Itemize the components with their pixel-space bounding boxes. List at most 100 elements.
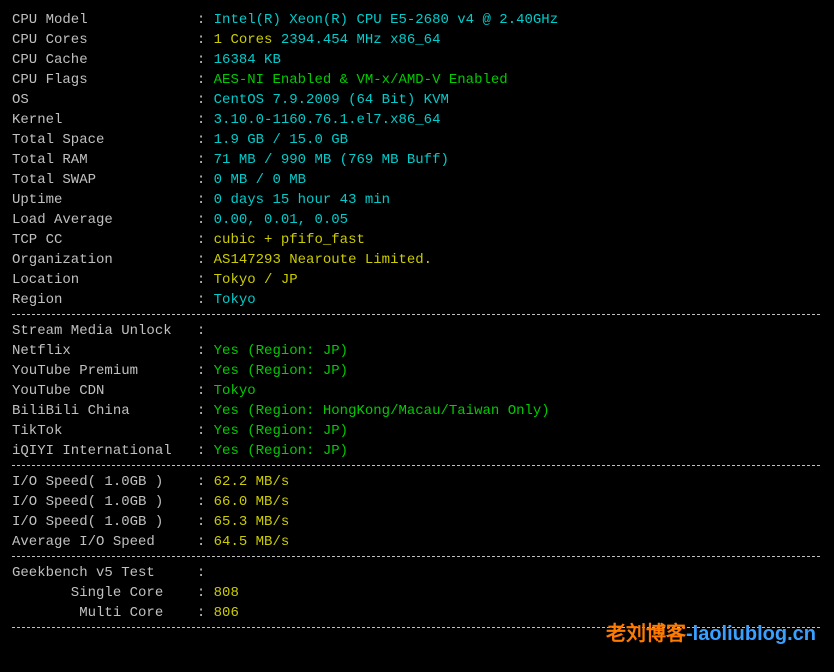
colon: : [180,32,214,48]
row-tcp-cc: TCP CC : cubic + pfifo_fast [12,230,822,250]
colon: : [180,534,214,550]
row-tiktok: TikTok : Yes (Region: JP) [12,421,822,441]
label: Kernel [12,112,180,128]
colon: : [180,605,214,621]
label: TCP CC [12,232,180,248]
label: YouTube Premium [12,363,180,379]
row-netflix: Netflix : Yes (Region: JP) [12,341,822,361]
row-total-space: Total Space : 1.9 GB / 15.0 GB [12,130,822,150]
row-load-average: Load Average : 0.00, 0.01, 0.05 [12,210,822,230]
label: Average I/O Speed [12,534,180,550]
value: 806 [214,605,239,621]
label: iQIYI International [12,443,180,459]
colon: : [180,272,214,288]
colon: : [180,423,214,439]
value: 71 MB / 990 MB (769 MB Buff) [214,152,449,168]
label: Organization [12,252,180,268]
value: Yes (Region: JP) [214,363,348,379]
value: Yes (Region: HongKong/Macau/Taiwan Only) [214,403,550,419]
colon: : [180,514,214,530]
row-organization: Organization : AS147293 Nearoute Limited… [12,250,822,270]
value: 0.00, 0.01, 0.05 [214,212,348,228]
row-geekbench-header: Geekbench v5 Test : [12,563,822,583]
row-location: Location : Tokyo / JP [12,270,822,290]
row-io-3: I/O Speed( 1.0GB ) : 65.3 MB/s [12,512,822,532]
colon: : [180,443,214,459]
watermark-en: -laoliublog.cn [686,623,816,645]
colon: : [180,212,214,228]
colon: : [180,494,214,510]
colon: : [180,585,214,601]
colon: : [180,323,214,339]
label: YouTube CDN [12,383,180,399]
row-io-1: I/O Speed( 1.0GB ) : 62.2 MB/s [12,472,822,492]
label: Region [12,292,180,308]
label: OS [12,92,180,108]
divider [12,314,820,315]
colon: : [180,252,214,268]
label: Total Space [12,132,180,148]
label: CPU Cores [12,32,180,48]
colon: : [180,132,214,148]
colon: : [180,72,214,88]
value-freq: 2394.454 MHz x86_64 [272,32,440,48]
label: Total SWAP [12,172,180,188]
value: 0 MB / 0 MB [214,172,306,188]
divider [12,556,820,557]
row-io-avg: Average I/O Speed : 64.5 MB/s [12,532,822,552]
colon: : [180,12,214,28]
colon: : [180,152,214,168]
value: 66.0 MB/s [214,494,290,510]
label: I/O Speed( 1.0GB ) [12,474,180,490]
label: TikTok [12,423,180,439]
label: Location [12,272,180,288]
value: 0 days 15 hour 43 min [214,192,390,208]
label: CPU Cache [12,52,180,68]
value: 65.3 MB/s [214,514,290,530]
value: AES-NI Enabled & VM-x/AMD-V Enabled [214,72,508,88]
row-cpu-cores: CPU Cores : 1 Cores 2394.454 MHz x86_64 [12,30,822,50]
row-iqiyi: iQIYI International : Yes (Region: JP) [12,441,822,461]
colon: : [180,343,214,359]
label: I/O Speed( 1.0GB ) [12,514,180,530]
colon: : [180,474,214,490]
value: AS147293 Nearoute Limited. [214,252,432,268]
row-io-2: I/O Speed( 1.0GB ) : 66.0 MB/s [12,492,822,512]
label: Netflix [12,343,180,359]
colon: : [180,383,214,399]
label: Load Average [12,212,180,228]
value: Tokyo [214,383,256,399]
value: 64.5 MB/s [214,534,290,550]
value: Intel(R) Xeon(R) CPU E5-2680 v4 @ 2.40GH… [214,12,558,28]
row-cpu-cache: CPU Cache : 16384 KB [12,50,822,70]
label: Uptime [12,192,180,208]
value: Yes (Region: JP) [214,443,348,459]
row-stream-header: Stream Media Unlock : [12,321,822,341]
value: 3.10.0-1160.76.1.el7.x86_64 [214,112,441,128]
row-cpu-flags: CPU Flags : AES-NI Enabled & VM-x/AMD-V … [12,70,822,90]
value: 16384 KB [214,52,281,68]
colon: : [180,172,214,188]
value: cubic + pfifo_fast [214,232,365,248]
row-kernel: Kernel : 3.10.0-1160.76.1.el7.x86_64 [12,110,822,130]
value: 1.9 GB / 15.0 GB [214,132,348,148]
row-geekbench-multi: Multi Core : 806 [12,603,822,623]
colon: : [180,112,214,128]
value: 62.2 MB/s [214,474,290,490]
value: Yes (Region: JP) [214,423,348,439]
row-total-swap: Total SWAP : 0 MB / 0 MB [12,170,822,190]
label: Total RAM [12,152,180,168]
divider [12,465,820,466]
value: CentOS 7.9.2009 (64 Bit) KVM [214,92,449,108]
row-os: OS : CentOS 7.9.2009 (64 Bit) KVM [12,90,822,110]
label: Stream Media Unlock [12,323,180,339]
watermark-zh: 老刘博客 [606,623,686,645]
value: Tokyo / JP [214,272,298,288]
colon: : [180,292,214,308]
row-uptime: Uptime : 0 days 15 hour 43 min [12,190,822,210]
colon: : [180,192,214,208]
label: BiliBili China [12,403,180,419]
colon: : [180,92,214,108]
label: Single Core [12,585,180,601]
value: Yes (Region: JP) [214,343,348,359]
